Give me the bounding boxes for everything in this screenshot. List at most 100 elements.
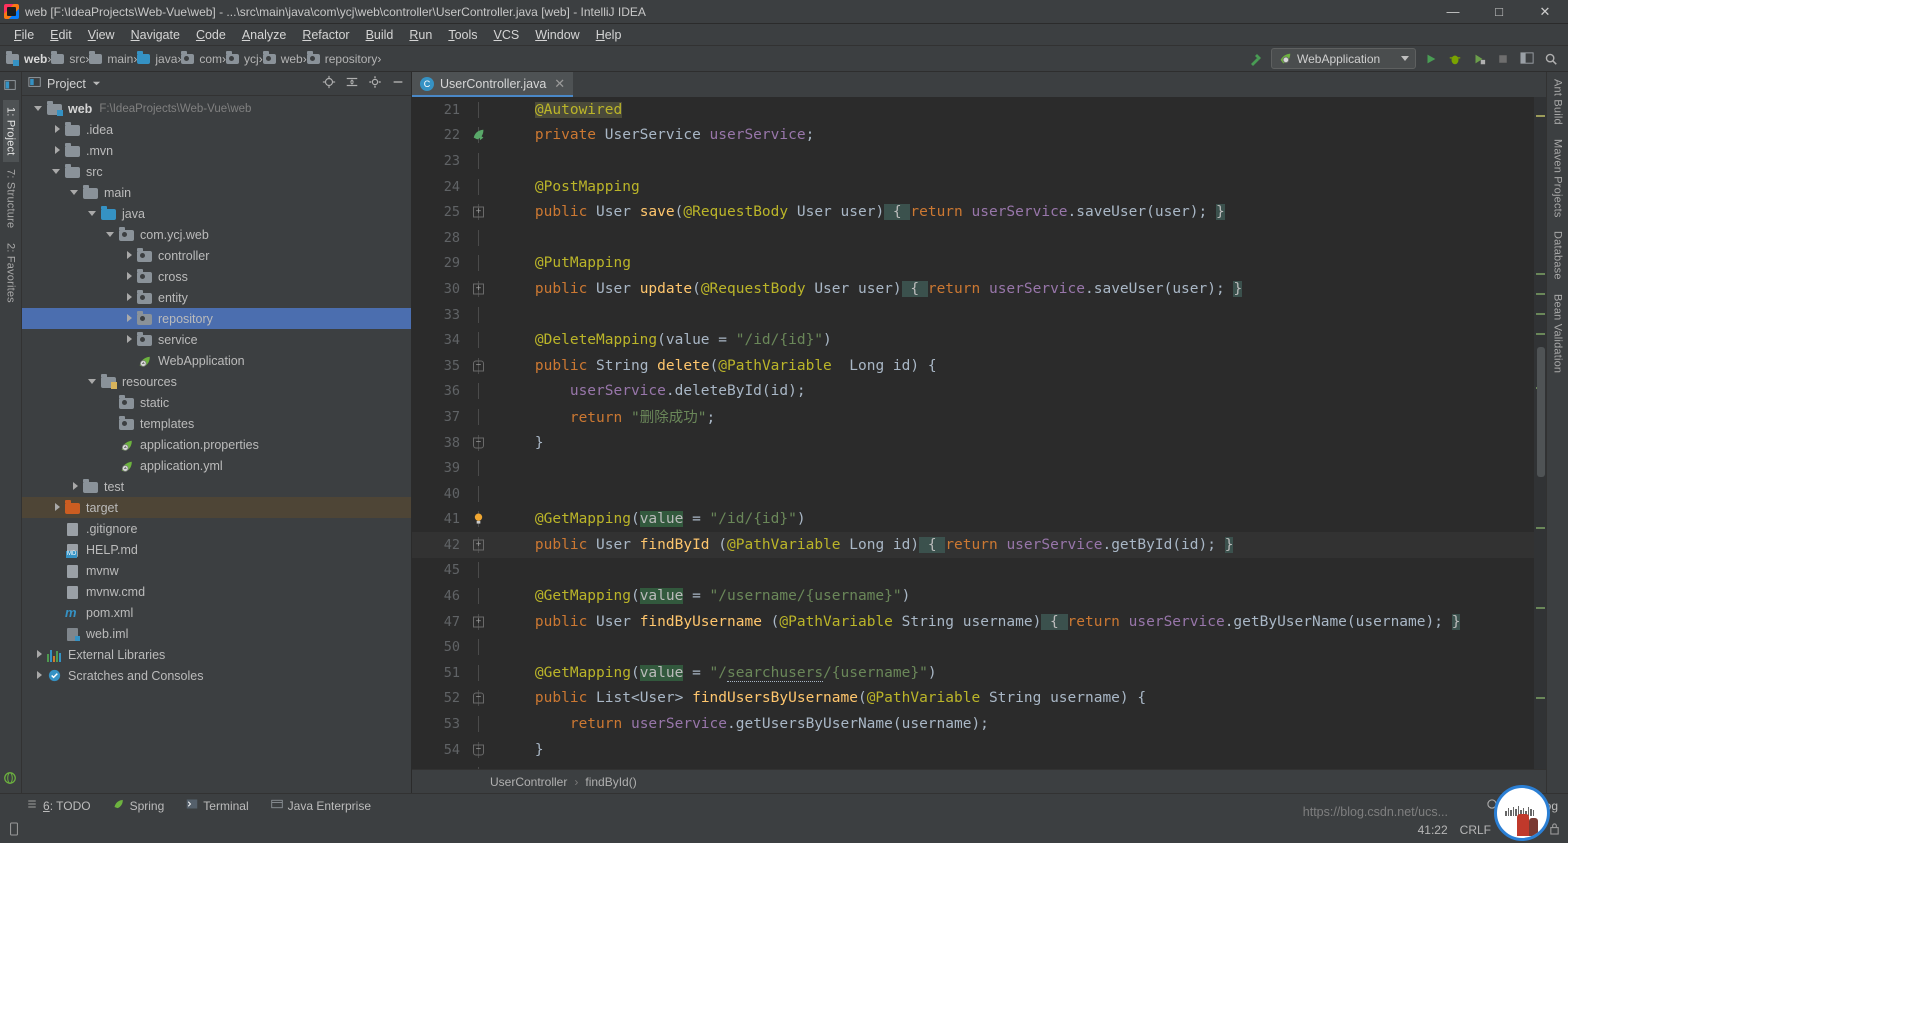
tree-node-src[interactable]: src	[22, 161, 411, 182]
tree-node-main[interactable]: main	[22, 182, 411, 203]
tree-node-com-ycj-web[interactable]: com.ycj.web	[22, 224, 411, 245]
breadcrumb-item-com[interactable]: com	[181, 50, 222, 67]
tree-node-scratches-and-consoles[interactable]: Scratches and Consoles	[22, 665, 411, 686]
code-line[interactable]: 33	[412, 302, 1534, 328]
menu-analyze[interactable]: Analyze	[234, 26, 294, 44]
minimize-button[interactable]: —	[1430, 0, 1476, 24]
chevron-right-icon[interactable]	[34, 670, 45, 681]
layout-icon[interactable]	[1518, 50, 1536, 68]
tree-node-target[interactable]: target	[22, 497, 411, 518]
code-line[interactable]: 24 @PostMapping	[412, 174, 1534, 200]
code-line[interactable]: 47 + public User findByUsername (@PathVar…	[412, 609, 1534, 635]
editor-scrollbar-thumb[interactable]	[1537, 347, 1545, 477]
chevron-down-icon[interactable]	[92, 77, 101, 91]
editor-tab-usercontroller[interactable]: C UserController.java ✕	[412, 72, 574, 97]
editor-breadcrumb-item[interactable]: findById()	[585, 775, 636, 789]
maximize-button[interactable]: □	[1476, 0, 1522, 24]
tree-node--gitignore[interactable]: .gitignore	[22, 518, 411, 539]
code-line[interactable]: 42 + public User findById (@PathVariable …	[412, 532, 1534, 558]
code-line[interactable]: 53 return userService.getUsersByUserName…	[412, 711, 1534, 737]
breadcrumb-item-java[interactable]: java	[137, 50, 177, 67]
tree-node-application-properties[interactable]: application.properties	[22, 434, 411, 455]
tree-node-web-iml[interactable]: web.iml	[22, 623, 411, 644]
fold-expand-icon[interactable]: +	[473, 539, 484, 551]
lock-icon[interactable]	[1549, 822, 1560, 838]
chevron-right-icon[interactable]	[70, 481, 81, 492]
code-line[interactable]: 36 userService.deleteById(id);	[412, 379, 1534, 405]
menu-edit[interactable]: Edit	[42, 26, 80, 44]
code-line[interactable]: 52− public List<User> findUsersByUsernam…	[412, 686, 1534, 712]
fold-collapse-icon[interactable]: −	[473, 360, 484, 372]
chevron-right-icon[interactable]	[52, 502, 63, 513]
chevron-right-icon[interactable]	[124, 271, 135, 282]
chevron-right-icon[interactable]	[52, 124, 63, 135]
breadcrumb-item-repository[interactable]: repository	[306, 50, 377, 67]
code-line[interactable]: 46 @GetMapping(value = "/username/{usern…	[412, 583, 1534, 609]
menu-code[interactable]: Code	[188, 26, 234, 44]
rail-tab-1-project[interactable]: 1: Project	[2, 100, 19, 163]
chevron-down-icon[interactable]	[70, 187, 81, 198]
menu-vcs[interactable]: VCS	[486, 26, 528, 44]
rail-tab-database[interactable]: Database	[1550, 224, 1566, 287]
tree-node-webapplication[interactable]: WebApplication	[22, 350, 411, 371]
gear-icon[interactable]	[368, 75, 382, 92]
chevron-right-icon[interactable]	[34, 649, 45, 660]
chevron-down-icon[interactable]	[34, 103, 45, 114]
intention-bulb-icon[interactable]	[473, 513, 484, 526]
tree-node-application-yml[interactable]: application.yml	[22, 455, 411, 476]
fold-expand-icon[interactable]: +	[473, 283, 484, 295]
chevron-right-icon[interactable]	[124, 292, 135, 303]
tool-window-spring[interactable]: Spring	[113, 798, 164, 813]
breadcrumb-item-web[interactable]: web	[6, 50, 47, 67]
stop-icon[interactable]	[1494, 50, 1512, 68]
tree-node--mvn[interactable]: .mvn	[22, 140, 411, 161]
caret-position[interactable]: 41:22	[1418, 823, 1448, 837]
code-line[interactable]: 51 @GetMapping(value = "/searchusers/{us…	[412, 660, 1534, 686]
menu-navigate[interactable]: Navigate	[123, 26, 188, 44]
code-line[interactable]: 22 private UserService userService;	[412, 123, 1534, 149]
fold-end-icon[interactable]: −	[473, 744, 484, 756]
chevron-right-icon[interactable]	[124, 313, 135, 324]
tree-node-mvnw-cmd[interactable]: mvnw.cmd	[22, 581, 411, 602]
hammer-icon[interactable]	[1247, 50, 1265, 68]
line-separator[interactable]: CRLF	[1460, 823, 1491, 837]
tree-node-controller[interactable]: controller	[22, 245, 411, 266]
chevron-down-icon[interactable]	[88, 376, 99, 387]
code-line[interactable]: 55	[412, 762, 1534, 769]
collapse-all-icon[interactable]	[345, 75, 359, 92]
rail-tab-2-favorites[interactable]: 2: Favorites	[3, 236, 19, 310]
menu-view[interactable]: View	[80, 26, 123, 44]
breadcrumb-item-ycj[interactable]: ycj	[226, 50, 259, 67]
code-line[interactable]: 21 @Autowired	[412, 97, 1534, 123]
tree-node-java[interactable]: java	[22, 203, 411, 224]
code-line[interactable]: 45	[412, 558, 1534, 584]
code-editor[interactable]: 21 @Autowired 22 private UserService user…	[412, 97, 1546, 769]
menu-window[interactable]: Window	[527, 26, 587, 44]
menu-run[interactable]: Run	[401, 26, 440, 44]
rail-tab-7-structure[interactable]: 7: Structure	[3, 162, 19, 235]
chevron-right-icon[interactable]	[52, 145, 63, 156]
project-tool-icon[interactable]	[3, 78, 19, 94]
tree-node-web[interactable]: web F:\IdeaProjects\Web-Vue\web	[22, 98, 411, 119]
editor-marker-scrollbar[interactable]	[1534, 97, 1546, 769]
chevron-down-icon[interactable]	[88, 208, 99, 219]
hide-icon[interactable]	[391, 75, 405, 92]
locate-icon[interactable]	[322, 75, 336, 92]
rail-tab-bean-validation[interactable]: Bean Validation	[1550, 287, 1566, 380]
code-line[interactable]: 29 @PutMapping	[412, 251, 1534, 277]
run-icon[interactable]	[1422, 50, 1440, 68]
fold-expand-icon[interactable]: +	[473, 616, 484, 628]
tree-node-external-libraries[interactable]: External Libraries	[22, 644, 411, 665]
code-line[interactable]: 38− }	[412, 430, 1534, 456]
memory-icon[interactable]	[8, 821, 20, 839]
code-line[interactable]: 35− public String delete(@PathVariable L…	[412, 353, 1534, 379]
close-button[interactable]: ✕	[1522, 0, 1568, 24]
menu-file[interactable]: File	[6, 26, 42, 44]
spring-bean-gutter-icon[interactable]	[472, 128, 486, 142]
code-line[interactable]: 39	[412, 455, 1534, 481]
tree-node-entity[interactable]: entity	[22, 287, 411, 308]
fold-collapse-icon[interactable]: −	[473, 692, 484, 704]
fold-end-icon[interactable]: −	[473, 437, 484, 449]
tool-window-6-todo[interactable]: 6: TODO	[26, 798, 91, 813]
tree-node-repository[interactable]: repository	[22, 308, 411, 329]
